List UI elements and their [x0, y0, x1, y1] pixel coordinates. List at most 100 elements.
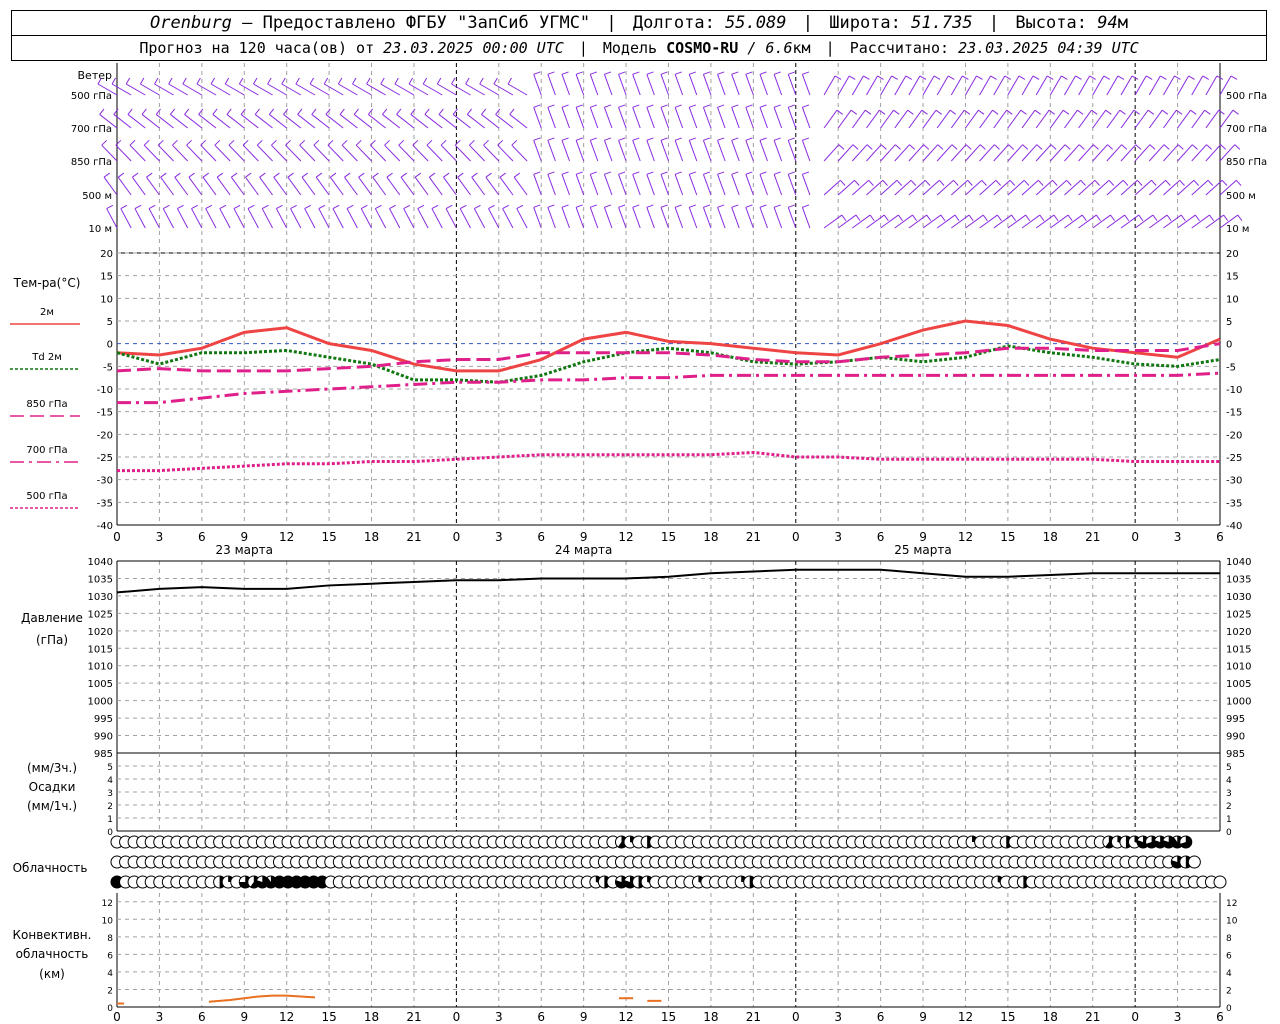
wind-barb-flag: [129, 139, 136, 146]
wind-barb: [424, 114, 443, 129]
wind-barb-flag: [1020, 109, 1027, 115]
wind-barb: [646, 74, 655, 96]
wind-barb: [113, 114, 132, 129]
wind-barb: [533, 107, 542, 129]
wind-barb: [299, 144, 316, 162]
wind-barb-flag: [271, 139, 277, 146]
wind-barb: [1163, 214, 1182, 229]
wind-barb: [646, 107, 655, 129]
wind-barb: [773, 74, 783, 96]
wind-barb-flag: [273, 172, 280, 178]
wind-barb: [355, 144, 372, 162]
wind-barb: [1106, 144, 1122, 162]
temp-ytick-left: 5: [107, 317, 113, 328]
pressure-line: [116, 568, 1220, 594]
wind-barb-flag: [895, 144, 901, 150]
wind-barb: [618, 74, 627, 96]
wind-barb: [632, 140, 641, 162]
wind-barb-flag: [717, 171, 725, 175]
wind-barb: [332, 208, 344, 229]
wind-barb: [688, 174, 698, 196]
hour-tick-label: 9: [580, 530, 588, 544]
hour-tick-label: 3: [1174, 530, 1182, 544]
wind-barb: [384, 144, 401, 162]
hour-tick-label-bottom: 6: [537, 1010, 545, 1024]
wind-barb: [428, 176, 443, 196]
wind-barb: [481, 114, 500, 129]
wind-barb: [731, 74, 740, 96]
wind-barb: [360, 208, 372, 229]
wind-barb: [285, 144, 302, 162]
wind-barb-flag: [1163, 144, 1170, 150]
wind-barb: [533, 174, 542, 196]
wind-barb: [660, 74, 669, 96]
wind-barb-flag: [259, 172, 266, 178]
wind-barb: [731, 107, 740, 129]
wind-barb: [632, 74, 641, 96]
wind-barb: [134, 208, 146, 229]
wind-barb: [188, 176, 203, 196]
wind-barb-flag: [366, 77, 371, 85]
wind-barb-flag: [256, 139, 263, 146]
wind-barb: [717, 174, 726, 196]
wind-barb-flag: [358, 172, 365, 178]
wind-barb-flag: [773, 104, 781, 108]
wind-barb-flag: [101, 139, 108, 146]
wind-barb-flag: [141, 108, 147, 115]
wind-barb-flag: [893, 109, 900, 115]
temp-legend-label: 500 гПа: [26, 491, 67, 502]
wind-barb: [212, 114, 231, 129]
wind-barb-flag: [882, 179, 888, 186]
day-label: 24 марта: [555, 543, 612, 557]
hour-tick-label: 6: [1216, 530, 1224, 544]
wind-barb-flag: [242, 139, 249, 146]
wind-barb-flag: [703, 104, 711, 108]
wind-barb-flag: [216, 172, 224, 178]
pres-ytick-right: 1040: [1226, 557, 1251, 568]
wind-barb-flag: [474, 204, 481, 210]
wind-barb: [254, 114, 273, 129]
wind-barb: [396, 114, 415, 129]
wind-barb-flag: [632, 71, 640, 75]
wind-barb-flag: [276, 204, 283, 210]
hour-tick-label-bottom: 15: [321, 1010, 336, 1024]
wind-barb: [880, 214, 899, 229]
wind-barb-flag: [451, 77, 456, 85]
wind-barb-flag: [935, 109, 942, 115]
wind-barb-flag: [838, 144, 845, 150]
wind-barb: [717, 74, 726, 96]
wind-barb-flag: [660, 137, 668, 141]
wind-barb: [358, 176, 372, 196]
wind-barb-flag: [674, 204, 682, 208]
wind-barb-flag: [1177, 144, 1184, 150]
wind-barb-flag: [689, 171, 697, 175]
wind-barb: [157, 144, 174, 162]
wind-barb: [200, 144, 217, 162]
wind-barb-flag: [483, 139, 489, 146]
wind-barb-flag: [186, 139, 192, 146]
wind-barb-flag: [299, 139, 306, 146]
wind-barb-flag: [295, 77, 300, 85]
pres-ytick-left: 995: [94, 714, 113, 725]
wind-barb: [129, 144, 146, 162]
wind-barb: [172, 144, 189, 162]
temp-ytick-left: -5: [103, 362, 113, 373]
temp-ytick-right: -40: [1226, 521, 1242, 532]
wind-barb: [759, 107, 768, 129]
wind-panel-label: Ветер: [78, 69, 112, 82]
temp-ytick-left: -25: [97, 453, 113, 464]
wind-barb: [1049, 144, 1066, 162]
wind-barb-flag: [287, 172, 294, 178]
wind-barb-flag: [355, 139, 362, 146]
wind-barb-flag: [575, 204, 583, 208]
temp-legend-label: Td 2м: [31, 352, 62, 363]
wind-barb-flag: [1138, 214, 1144, 222]
precip-ytick-right: 3: [1226, 789, 1232, 799]
wind-barb: [426, 144, 443, 162]
wind-barb-flag: [375, 204, 382, 210]
wind-barb: [473, 208, 486, 229]
wind-barb: [589, 74, 599, 96]
wind-barb: [575, 140, 585, 162]
wind-barb: [325, 114, 344, 129]
pres-ytick-left: 1005: [88, 679, 113, 690]
